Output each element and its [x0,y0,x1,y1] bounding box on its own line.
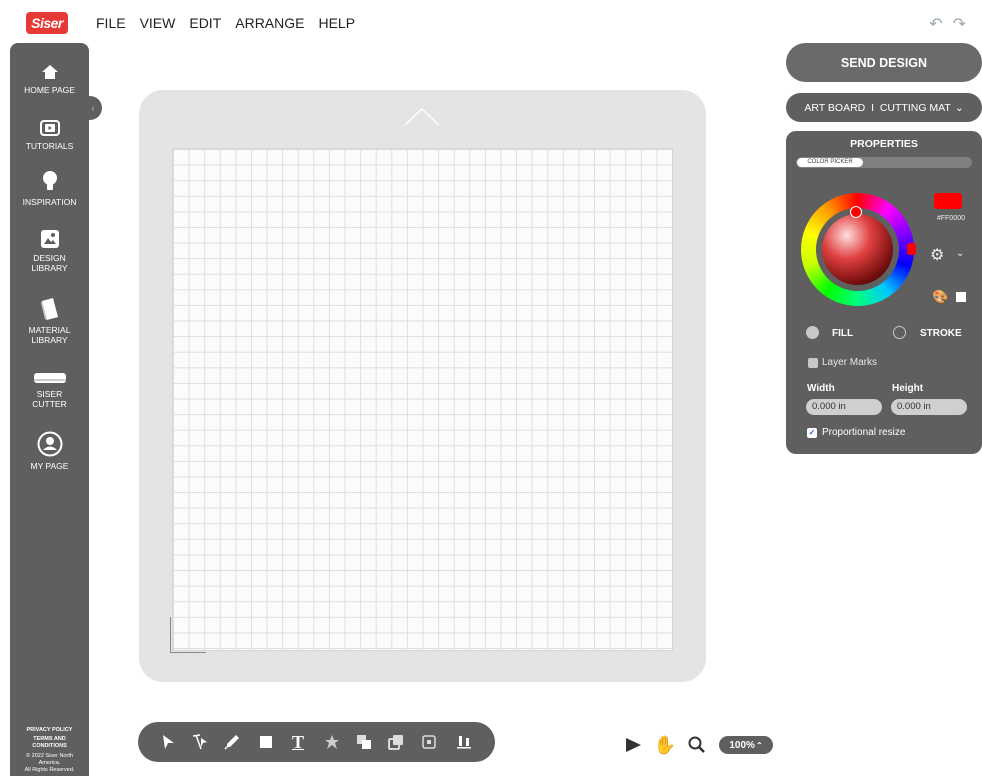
undo-icon[interactable]: ↶ [929,14,942,34]
sidebar-item-my-page[interactable]: MY PAGE [10,431,89,471]
layer-marks-label: Layer Marks [822,357,878,368]
hand-pan-icon[interactable]: ✋ [654,734,676,756]
redo-icon[interactable]: ↷ [953,14,966,34]
properties-panel: PROPERTIES COLOR PICKER #FF0000 ⚙ ⌄ 🎨 FI… [786,131,982,454]
sidebar-item-tutorials[interactable]: TUTORIALS [10,119,89,151]
design-canvas-grid[interactable] [172,148,673,651]
video-icon [39,120,60,136]
sidebar-item-inspiration[interactable]: INSPIRATION [10,169,89,207]
select-tool-icon[interactable] [158,732,178,752]
palette-icon[interactable]: 🎨 [932,289,948,305]
chevron-down-icon[interactable]: ⌄ [956,248,964,259]
stroke-radio[interactable] [893,326,906,339]
origin-corner-marker [170,617,206,653]
color-wheel[interactable] [801,193,916,306]
artboard-select-label: ART BOARD I CUTTING MAT [804,101,951,114]
proportional-resize-checkbox[interactable]: ✓ [807,428,817,438]
chevron-down-icon: ⌄ [954,101,964,114]
text-tool-icon[interactable]: T [288,732,308,752]
chevron-left-icon: ‹ [91,102,95,114]
color-mode-swatch[interactable] [956,292,966,302]
width-input[interactable]: 0.000 in [806,399,882,415]
copyright-text: © 2022 Siser North America. All Rights R… [24,753,75,773]
zoom-magnifier-icon[interactable] [686,734,708,756]
width-label: Width [807,383,835,394]
sidebar-item-design-library[interactable]: DESIGN LIBRARY [10,229,89,273]
menu-view[interactable]: VIEW [140,15,176,31]
gear-icon[interactable]: ⚙ [930,245,944,265]
pen-tool-icon[interactable] [222,732,242,752]
hex-value: #FF0000 [936,215,966,222]
proportional-resize-label: Proportional resize [822,427,906,438]
menu-bar: FILE VIEW EDIT ARRANGE HELP [96,15,355,31]
align-tool-icon[interactable] [454,732,474,752]
feed-direction-icon [404,107,440,126]
cutter-icon [33,373,66,383]
node-edit-tool-icon[interactable] [190,732,210,752]
sidebar-item-material-library[interactable]: MATERIAL LIBRARY [10,297,89,345]
tools-toolbar: T [138,722,495,762]
fill-label: FILL [832,328,854,339]
layer-marks-checkbox[interactable] [808,358,818,368]
menu-arrange[interactable]: ARRANGE [235,15,304,31]
zoom-level-text: 100% [729,739,755,751]
sidebar-item-label: INSPIRATION [22,197,77,207]
properties-title: PROPERTIES [850,138,918,150]
sidebar-item-label: MY PAGE [30,461,69,471]
combine-tool-icon[interactable] [354,732,374,752]
pointer-tool-icon[interactable] [622,734,644,756]
rectangle-tool-icon[interactable] [256,732,276,752]
menu-edit[interactable]: EDIT [189,15,221,31]
tab-color-picker[interactable]: COLOR PICKER [797,158,863,167]
chevron-down-icon: ⌃ [755,740,763,750]
height-label: Height [892,383,924,394]
fill-radio[interactable] [806,326,819,339]
shade-handle[interactable] [850,206,862,218]
hue-handle[interactable] [907,243,916,255]
sidebar: HOME PAGE TUTORIALS INSPIRATION DESIGN L… [10,43,89,776]
weld-tool-icon[interactable] [419,732,439,752]
material-icon [40,298,58,320]
sidebar-item-label: MATERIAL LIBRARY [28,325,71,345]
history-controls: ↶ ↷ [929,14,966,34]
sidebar-item-label: TUTORIALS [25,141,74,151]
shapes-tool-icon[interactable] [322,732,342,752]
send-design-button[interactable]: SEND DESIGN [786,43,982,82]
offset-tool-icon[interactable] [386,732,406,752]
sidebar-footer: PRIVACY POLICY TERMS AND CONDITIONS © 20… [10,727,89,774]
menu-help[interactable]: HELP [318,15,355,31]
zoom-level-button[interactable]: 100% ⌃ [719,736,773,754]
selected-color-swatch[interactable] [934,193,962,209]
sidebar-item-siser-cutter[interactable]: SISER CUTTER [10,371,89,409]
sidebar-item-label: SISER CUTTER [32,389,67,409]
user-icon [37,431,62,457]
height-input[interactable]: 0.000 in [891,399,967,415]
terms-link[interactable]: TERMS AND CONDITIONS [10,736,89,750]
menu-file[interactable]: FILE [96,15,126,31]
siser-logo[interactable]: Siser [26,12,68,34]
sidebar-item-home[interactable]: HOME PAGE [10,63,89,95]
lightbulb-icon [42,171,57,190]
color-shade-area[interactable] [822,214,893,285]
stroke-label: STROKE [920,328,962,339]
sidebar-item-label: HOME PAGE [24,85,75,95]
home-icon [41,65,58,79]
image-icon [40,230,59,248]
sidebar-collapse-button[interactable]: ‹ [84,96,102,120]
privacy-policy-link[interactable]: PRIVACY POLICY [10,727,89,734]
artboard-select[interactable]: ART BOARD I CUTTING MAT ⌄ [786,93,982,122]
sidebar-item-label: DESIGN LIBRARY [31,253,68,273]
